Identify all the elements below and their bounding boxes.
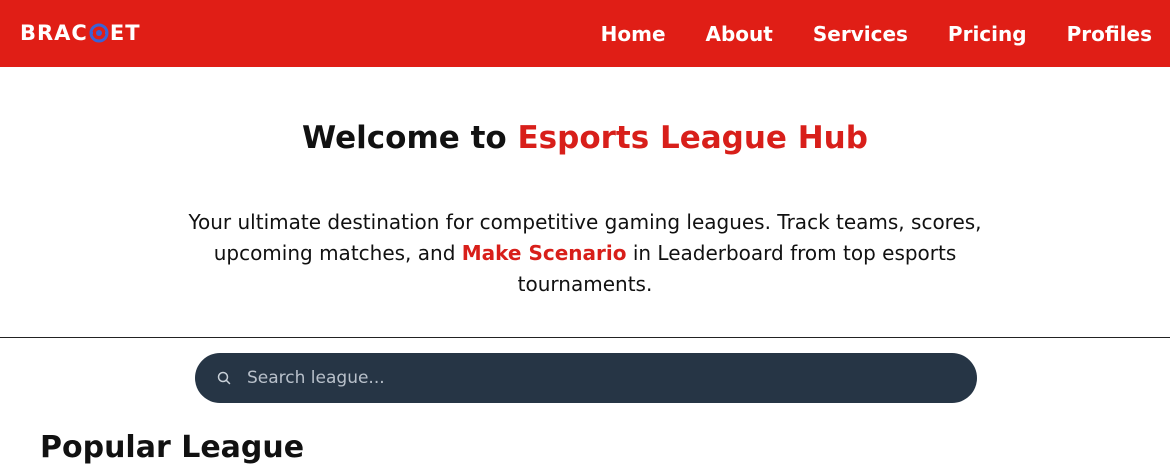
- main-nav: Home About Services Pricing Profiles: [601, 0, 1152, 67]
- search-icon: [217, 371, 231, 385]
- nav-link-pricing[interactable]: Pricing: [948, 22, 1027, 46]
- brand-logo[interactable]: BRAC ET: [20, 20, 141, 46]
- section-divider: [0, 337, 1170, 338]
- logo-ring-icon: [89, 23, 109, 43]
- hero-text-accent: Make Scenario: [461, 241, 627, 265]
- hero-description: Your ultimate destination for competitiv…: [185, 207, 985, 300]
- popular-league-heading: Popular League: [40, 430, 305, 465]
- nav-link-about[interactable]: About: [706, 22, 773, 46]
- nav-link-home[interactable]: Home: [601, 22, 666, 46]
- hero-title-plain: Welcome to: [302, 120, 518, 156]
- league-search-bar[interactable]: [195, 353, 977, 403]
- search-input[interactable]: [245, 367, 929, 389]
- hero-title-accent: Esports League Hub: [517, 120, 868, 156]
- nav-link-profiles[interactable]: Profiles: [1067, 22, 1152, 46]
- logo-text-prefix: BRAC: [20, 21, 88, 45]
- top-navbar: BRAC ET Home About Services Pricing Prof…: [0, 0, 1170, 67]
- hero-title: Welcome to Esports League Hub: [0, 120, 1170, 156]
- nav-link-services[interactable]: Services: [813, 22, 908, 46]
- logo-text-suffix: ET: [109, 21, 141, 45]
